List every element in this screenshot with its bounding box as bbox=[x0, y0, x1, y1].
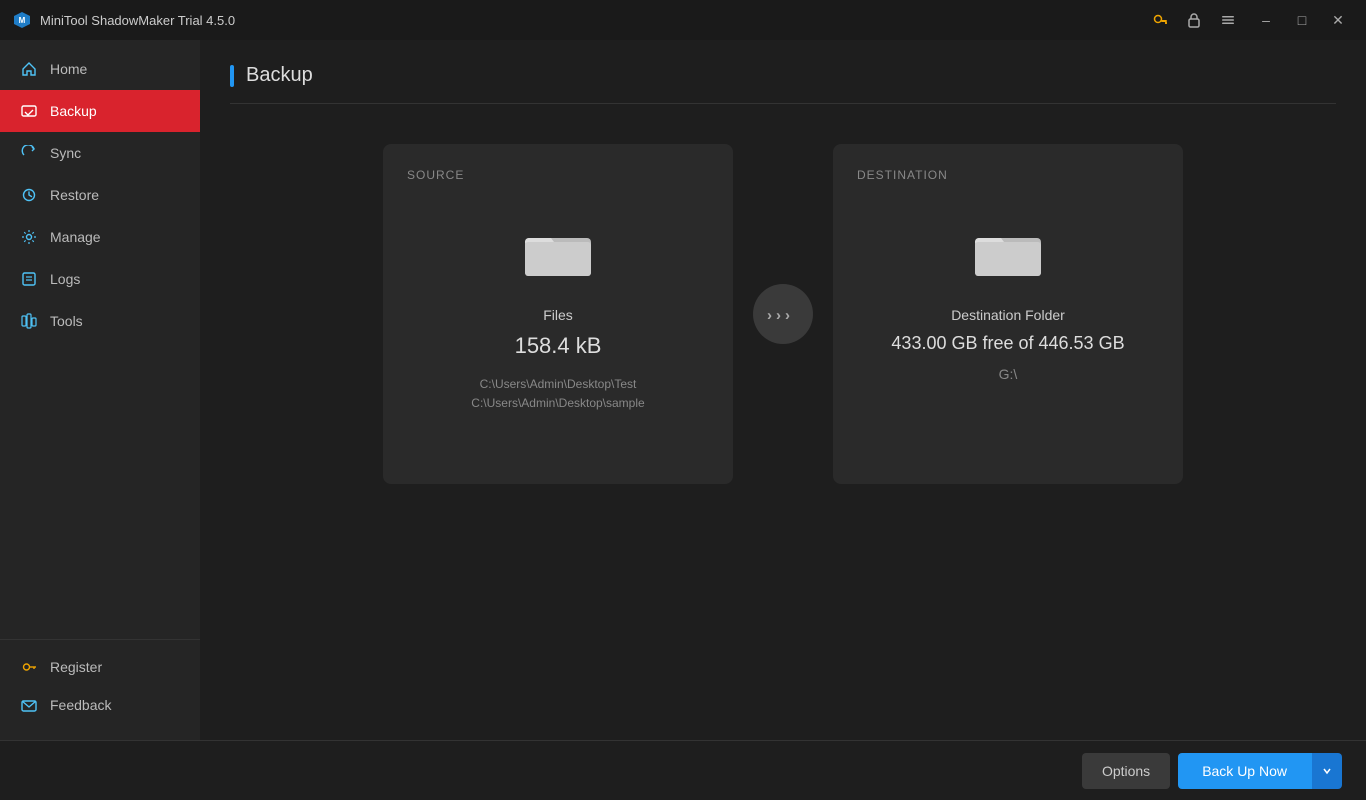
titlebar: M MiniTool ShadowMaker Trial 4.5.0 – □ ✕ bbox=[0, 0, 1366, 40]
minimize-button[interactable]: – bbox=[1250, 6, 1282, 34]
sidebar-item-sync[interactable]: Sync bbox=[0, 132, 200, 174]
close-button[interactable]: ✕ bbox=[1322, 6, 1354, 34]
backup-now-dropdown-button[interactable] bbox=[1311, 753, 1342, 789]
backup-area: SOURCE Files 158.4 kB C:\Users\Admin\Des… bbox=[230, 134, 1336, 716]
destination-type-label: Destination Folder bbox=[951, 307, 1065, 323]
home-icon bbox=[20, 60, 38, 78]
destination-card[interactable]: DESTINATION Destination Folder 433.00 GB… bbox=[833, 144, 1183, 484]
manage-icon bbox=[20, 228, 38, 246]
key-icon-btn[interactable] bbox=[1146, 6, 1174, 34]
options-button[interactable]: Options bbox=[1082, 753, 1170, 789]
page-header: Backup bbox=[230, 64, 1336, 104]
arrow-button[interactable]: › › › bbox=[753, 284, 813, 344]
sidebar-item-feedback[interactable]: Feedback bbox=[0, 686, 200, 724]
svg-text:›: › bbox=[776, 307, 781, 324]
source-folder-icon bbox=[523, 222, 593, 283]
sidebar-item-restore[interactable]: Restore bbox=[0, 174, 200, 216]
sidebar-item-label-tools: Tools bbox=[50, 313, 83, 329]
destination-free-space: 433.00 GB free of 446.53 GB bbox=[891, 333, 1124, 354]
sidebar-item-label-register: Register bbox=[50, 659, 102, 675]
sidebar-bottom: Register Feedback bbox=[0, 639, 200, 740]
app-logo: M bbox=[12, 10, 32, 30]
sidebar-item-backup[interactable]: Backup bbox=[0, 90, 200, 132]
app-title: MiniTool ShadowMaker Trial 4.5.0 bbox=[40, 13, 1146, 28]
content-area: Backup SOURCE Files 158.4 kB C:\Users\Ad… bbox=[200, 40, 1366, 740]
sidebar-item-logs[interactable]: Logs bbox=[0, 258, 200, 300]
tools-icon bbox=[20, 312, 38, 330]
sidebar-item-manage[interactable]: Manage bbox=[0, 216, 200, 258]
restore-button[interactable]: □ bbox=[1286, 6, 1318, 34]
sync-icon bbox=[20, 144, 38, 162]
feedback-mail-icon bbox=[20, 696, 38, 714]
page-title-accent bbox=[230, 65, 234, 87]
main-layout: Home Backup Sync Restore bbox=[0, 40, 1366, 740]
page-title: Backup bbox=[246, 64, 313, 87]
source-card[interactable]: SOURCE Files 158.4 kB C:\Users\Admin\Des… bbox=[383, 144, 733, 484]
svg-text:M: M bbox=[19, 16, 26, 25]
source-paths: C:\Users\Admin\Desktop\Test C:\Users\Adm… bbox=[471, 375, 644, 413]
source-type-label: Files bbox=[543, 307, 573, 323]
sidebar: Home Backup Sync Restore bbox=[0, 40, 200, 740]
logs-icon bbox=[20, 270, 38, 288]
source-section-label: SOURCE bbox=[407, 168, 464, 182]
sidebar-item-label-feedback: Feedback bbox=[50, 697, 111, 713]
backup-icon bbox=[20, 102, 38, 120]
window-controls: – □ ✕ bbox=[1250, 6, 1354, 34]
bottom-bar: Options Back Up Now bbox=[0, 740, 1366, 800]
svg-text:›: › bbox=[767, 307, 772, 324]
sidebar-item-label-sync: Sync bbox=[50, 145, 81, 161]
source-path-2: C:\Users\Admin\Desktop\sample bbox=[471, 394, 644, 413]
destination-folder-icon bbox=[973, 222, 1043, 283]
svg-text:›: › bbox=[785, 307, 790, 324]
destination-section-label: DESTINATION bbox=[857, 168, 948, 182]
register-key-icon bbox=[20, 658, 38, 676]
source-size: 158.4 kB bbox=[515, 333, 602, 359]
nav-items: Home Backup Sync Restore bbox=[0, 40, 200, 639]
restore-icon bbox=[20, 186, 38, 204]
sidebar-item-label-manage: Manage bbox=[50, 229, 101, 245]
sidebar-item-label-backup: Backup bbox=[50, 103, 97, 119]
source-path-1: C:\Users\Admin\Desktop\Test bbox=[471, 375, 644, 394]
sidebar-item-label-logs: Logs bbox=[50, 271, 80, 287]
backup-now-button[interactable]: Back Up Now bbox=[1178, 753, 1311, 789]
destination-drive: G:\ bbox=[999, 366, 1018, 382]
sidebar-item-label-restore: Restore bbox=[50, 187, 99, 203]
lock-icon-btn[interactable] bbox=[1180, 6, 1208, 34]
sidebar-item-tools[interactable]: Tools bbox=[0, 300, 200, 342]
menu-icon-btn[interactable] bbox=[1214, 6, 1242, 34]
sidebar-item-home[interactable]: Home bbox=[0, 48, 200, 90]
sidebar-item-register[interactable]: Register bbox=[0, 648, 200, 686]
sidebar-item-label-home: Home bbox=[50, 61, 87, 77]
